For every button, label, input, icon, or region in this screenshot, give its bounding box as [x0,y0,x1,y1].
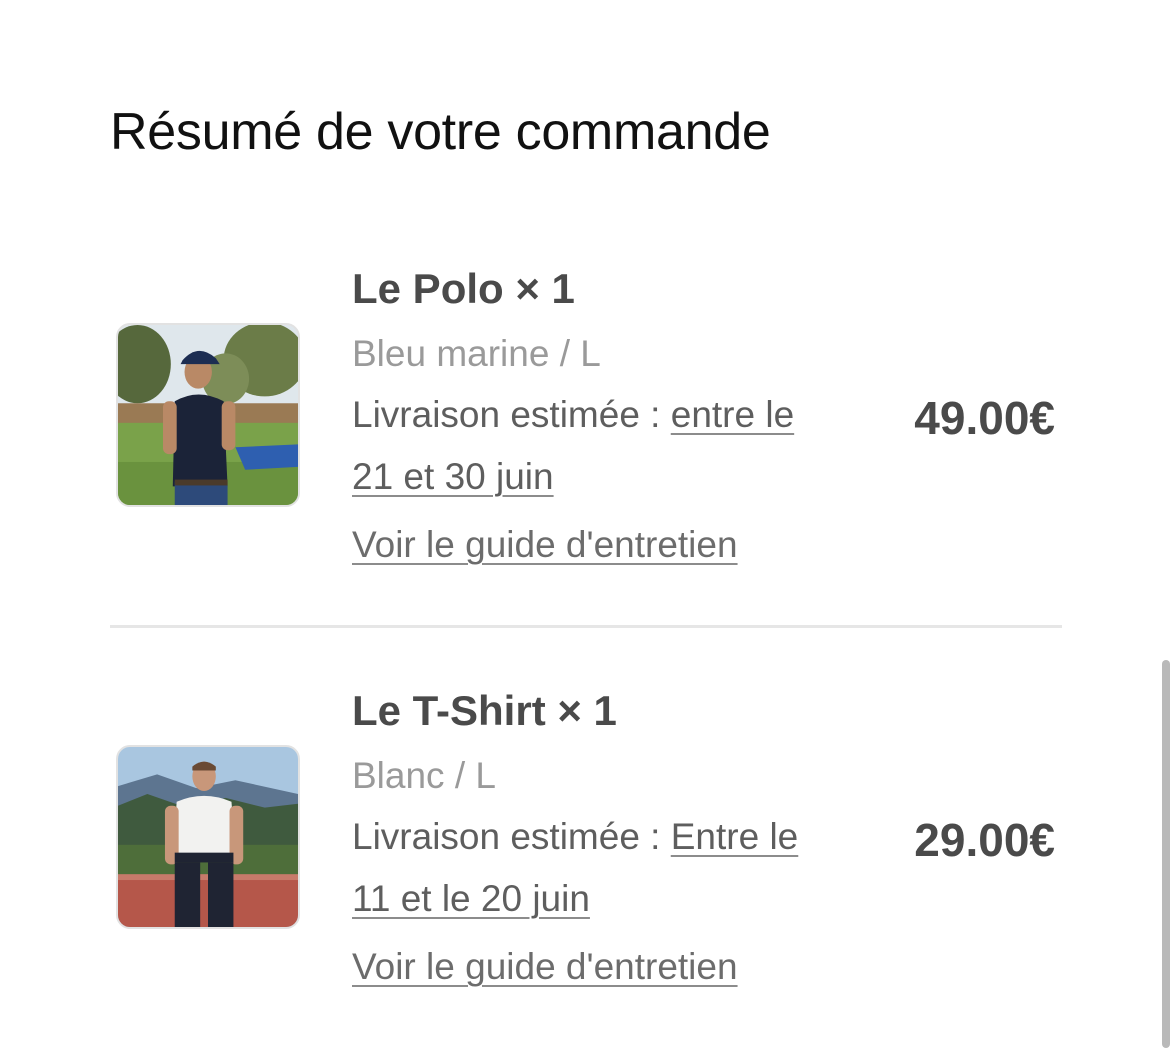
product-name: Le T-Shirt × 1 [352,687,617,734]
care-guide-link[interactable]: Voir le guide d'entretien [352,936,738,998]
care-guide-link[interactable]: Voir le guide d'entretien [352,514,738,576]
item-info: Le Polo × 1 Bleu marine / L Livraison es… [352,258,842,576]
polo-photo-icon[interactable] [116,323,300,507]
product-variant: Bleu marine / L [352,333,601,374]
item-divider [110,625,1062,628]
delivery-estimate: Livraison estimée : Entre le 11 et le 20… [352,806,832,930]
item-price: 49.00€ [914,392,1055,444]
product-variant: Blanc / L [352,755,496,796]
tshirt-photo-illustration [118,747,298,927]
scrollbar[interactable] [1162,660,1170,1048]
item-price: 29.00€ [914,814,1055,866]
tshirt-photo-icon[interactable] [116,745,300,929]
delivery-estimate: Livraison estimée : entre le 21 et 30 ju… [352,384,832,508]
delivery-label: Livraison estimée : [352,816,671,857]
delivery-label: Livraison estimée : [352,394,671,435]
item-info: Le T-Shirt × 1 Blanc / L Livraison estim… [352,680,842,998]
page-title: Résumé de votre commande [110,103,771,161]
product-name: Le Polo × 1 [352,265,575,312]
polo-photo-illustration [118,325,298,505]
